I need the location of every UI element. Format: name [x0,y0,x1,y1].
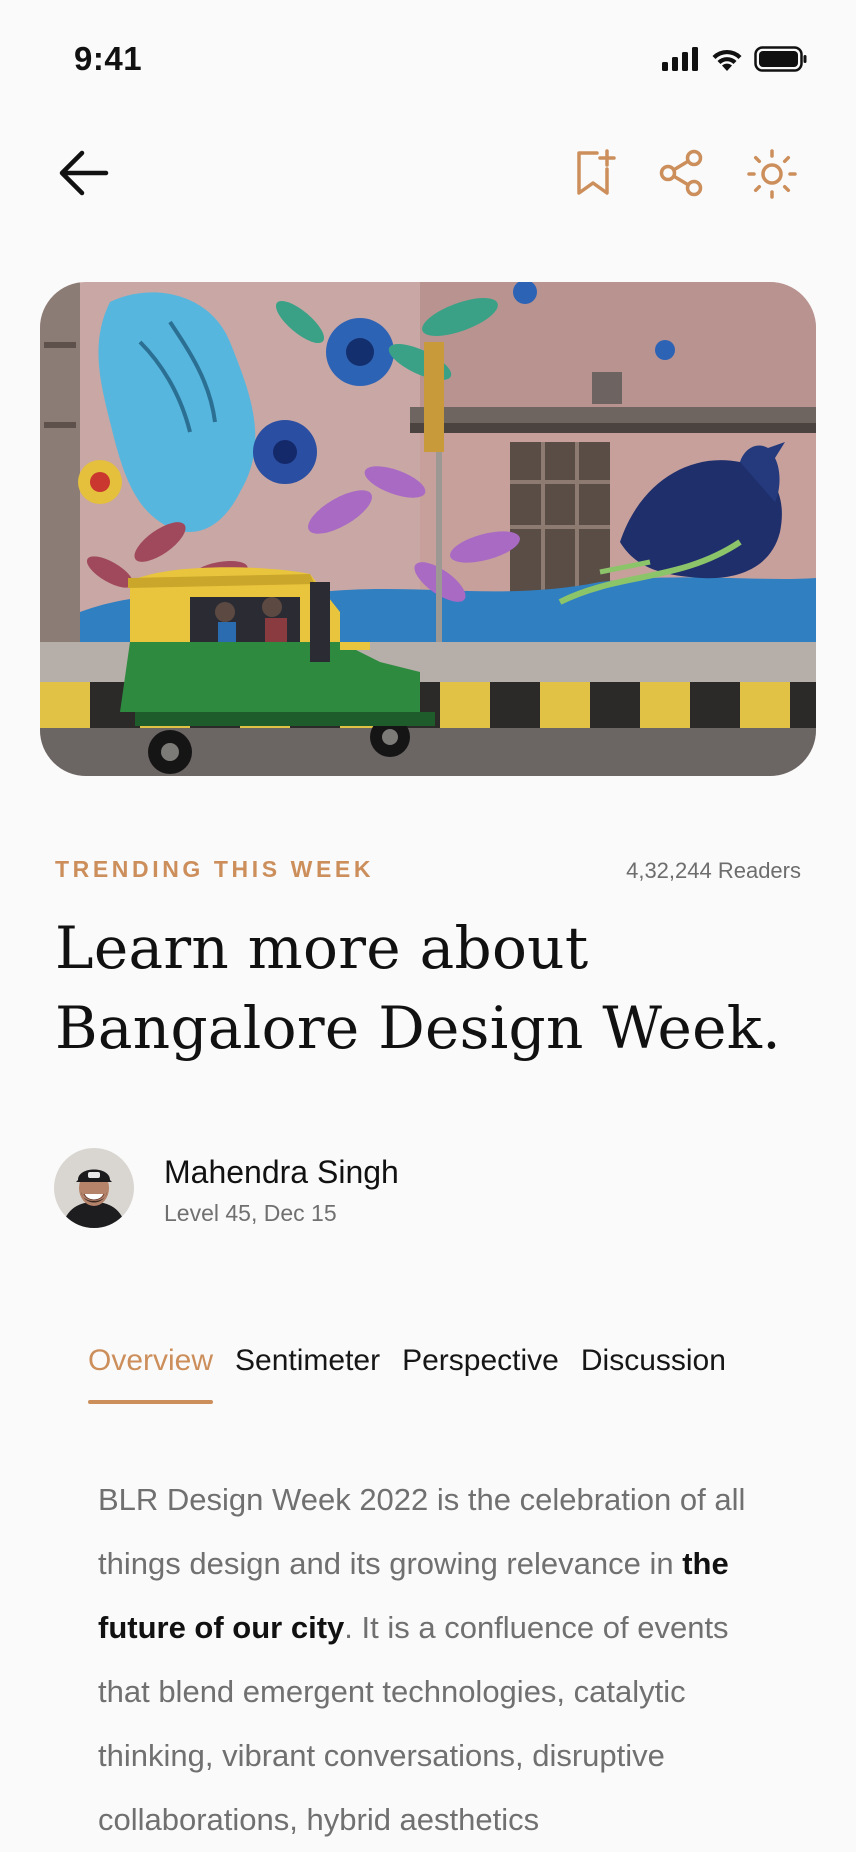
category-label: TRENDING THIS WEEK [55,856,375,882]
article-body: BLR Design Week 2022 is the celebration … [98,1468,788,1852]
author-name[interactable]: Mahendra Singh [164,1154,399,1191]
author-meta: Level 45, Dec 15 [164,1200,337,1226]
status-bar: 9:41 [0,0,856,120]
bookmark-add-button[interactable] [570,148,620,200]
article-title-line-2: Bangalore Design Week. [55,994,781,1062]
back-button[interactable] [52,142,114,204]
tab-discussion[interactable]: Discussion [581,1344,726,1404]
article-title-line-1: Learn more about [55,914,589,982]
theme-toggle-button[interactable] [746,148,798,200]
share-icon [659,149,703,197]
arrow-left-icon [59,150,109,196]
tab-overview[interactable]: Overview [88,1344,214,1404]
avatar[interactable] [54,1148,134,1228]
hero-image [40,282,816,776]
sun-icon [747,149,797,199]
article-tabs: Overview Sentimeter Perspective Discussi… [88,1344,726,1404]
battery-icon [754,46,807,72]
article-title: Learn more about Bangalore Design Week. [55,908,815,1068]
status-icons [662,46,808,72]
top-action-bar [0,130,856,216]
wifi-icon [712,49,742,71]
body-text-part-1: BLR Design Week 2022 is the celebration … [98,1482,746,1581]
avatar-image [54,1148,134,1228]
author-info[interactable]: Mahendra Singh Level 45, Dec 15 [54,1148,654,1232]
readers-count: 4,32,244 Readers [626,858,801,883]
status-time: 9:41 [74,40,143,77]
tab-sentimeter[interactable]: Sentimeter [235,1344,380,1404]
article-meta-row: TRENDING THIS WEEK 4,32,244 Readers [55,850,801,890]
bookmark-add-icon [577,149,616,195]
tab-perspective[interactable]: Perspective [402,1344,559,1404]
share-button[interactable] [656,148,706,198]
cellular-signal-icon [662,47,698,71]
mural-street-photo [40,282,816,776]
